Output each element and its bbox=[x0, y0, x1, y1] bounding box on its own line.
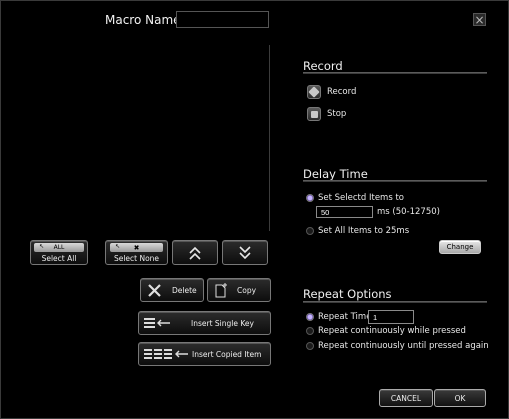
stop-button[interactable] bbox=[307, 107, 321, 121]
select-none-label: Select None bbox=[113, 254, 160, 263]
stop-icon bbox=[310, 110, 318, 118]
repeat-until-pressed-radio[interactable] bbox=[306, 342, 314, 350]
select-none-icon: ↖ ✖ bbox=[110, 243, 163, 252]
repeat-while-pressed-radio[interactable] bbox=[306, 327, 314, 335]
select-none-button[interactable]: ↖ ✖ Select None bbox=[105, 240, 168, 265]
change-button[interactable]: Change bbox=[439, 240, 481, 254]
stop-label[interactable]: Stop bbox=[327, 109, 346, 119]
insert-single-key-button[interactable]: Insert Single Key bbox=[138, 311, 271, 335]
record-divider bbox=[303, 72, 487, 74]
change-label: Change bbox=[446, 243, 474, 251]
insert-key-icon bbox=[144, 318, 170, 328]
cancel-button[interactable]: CANCEL bbox=[379, 389, 433, 407]
select-all-icon: ↖ ALL bbox=[34, 243, 84, 252]
record-section-title: Record bbox=[303, 59, 343, 73]
record-icon bbox=[308, 86, 320, 98]
list-divider bbox=[269, 45, 270, 231]
insert-copied-item-button[interactable]: Insert Copied Item bbox=[138, 342, 271, 366]
record-button[interactable] bbox=[307, 85, 321, 99]
macro-name-label: Macro Name bbox=[105, 13, 181, 27]
repeat-while-pressed-label: Repeat continuously while pressed bbox=[318, 326, 466, 336]
repeat-until-pressed-label: Repeat continuously until pressed again bbox=[318, 341, 489, 351]
set-all-radio[interactable] bbox=[306, 227, 314, 235]
repeat-divider bbox=[303, 301, 487, 303]
insert-copied-icon bbox=[144, 349, 188, 359]
select-all-label: Select All bbox=[41, 254, 77, 263]
macro-editor-window: Macro Name × ↖ ALL Select All ↖ ✖ Select … bbox=[0, 0, 509, 419]
insert-copied-item-label: Insert Copied Item bbox=[192, 349, 262, 359]
move-up-button[interactable] bbox=[172, 240, 218, 265]
repeat-section-title: Repeat Options bbox=[303, 287, 392, 301]
macro-name-input[interactable] bbox=[176, 11, 269, 28]
double-chevron-down-icon bbox=[239, 245, 251, 259]
ms-range-label: ms (50-12750) bbox=[377, 207, 440, 217]
repeat-times-input[interactable] bbox=[368, 310, 414, 324]
close-icon: × bbox=[474, 12, 485, 27]
delay-ms-input[interactable] bbox=[316, 206, 373, 218]
copy-button[interactable]: Copy bbox=[207, 278, 271, 302]
ok-button[interactable]: OK bbox=[434, 389, 486, 407]
copy-document-icon bbox=[215, 283, 227, 298]
insert-single-key-label: Insert Single Key bbox=[191, 318, 254, 328]
ok-label: OK bbox=[454, 393, 466, 403]
delay-divider bbox=[303, 180, 487, 182]
double-chevron-up-icon bbox=[189, 246, 201, 260]
record-label[interactable]: Record bbox=[327, 87, 356, 97]
move-down-button[interactable] bbox=[222, 240, 268, 265]
repeat-times-radio[interactable] bbox=[306, 313, 314, 321]
delete-button[interactable]: Delete bbox=[140, 278, 204, 302]
set-selected-label: Set Selectd Items to bbox=[318, 193, 404, 203]
set-selected-radio[interactable] bbox=[306, 194, 314, 202]
macro-item-list[interactable] bbox=[11, 45, 269, 231]
cancel-label: CANCEL bbox=[390, 393, 422, 403]
copy-label: Copy bbox=[237, 285, 257, 295]
delay-section-title: Delay Time bbox=[303, 167, 368, 181]
select-all-button[interactable]: ↖ ALL Select All bbox=[30, 240, 88, 265]
close-button[interactable]: × bbox=[473, 13, 486, 26]
set-all-label: Set All Items to 25ms bbox=[318, 226, 410, 236]
delete-x-icon bbox=[148, 283, 161, 297]
delete-label: Delete bbox=[172, 285, 197, 295]
